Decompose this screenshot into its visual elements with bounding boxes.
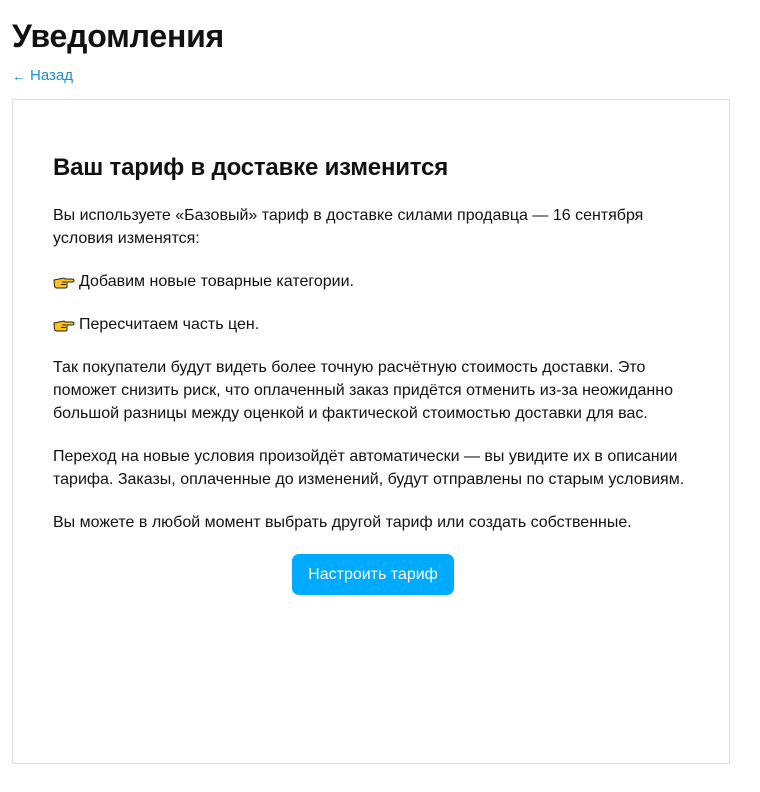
explanation-paragraph: Так покупатели будут видеть более точную…: [53, 359, 673, 422]
button-container: Настроить тариф: [53, 554, 693, 595]
page-title: Уведомления: [12, 18, 225, 54]
list-item: Пересчитаем часть цен.: [53, 313, 693, 336]
transition-paragraph: Переход на новые условия произойдёт авто…: [53, 448, 685, 488]
notification-card: Ваш тариф в доставке изменится Вы исполь…: [12, 99, 730, 764]
back-link-label: Назад: [30, 67, 73, 84]
pointing-hand-icon: [53, 319, 75, 331]
notification-content: Ваш тариф в доставке изменится Вы исполь…: [53, 152, 693, 595]
list-item: Добавим новые товарные категории.: [53, 270, 693, 293]
back-arrow-icon: ←: [12, 68, 26, 84]
notification-title: Ваш тариф в доставке изменится: [53, 154, 448, 181]
intro-paragraph: Вы используете «Базовый» тариф в доставк…: [53, 207, 644, 247]
bullet-text: Добавим новые товарные категории.: [79, 273, 354, 290]
options-paragraph: Вы можете в любой момент выбрать другой …: [53, 514, 632, 531]
back-link[interactable]: ← Назад: [12, 66, 73, 86]
bullet-text: Пересчитаем часть цен.: [79, 316, 260, 333]
configure-tariff-button[interactable]: Настроить тариф: [292, 554, 454, 595]
pointing-hand-icon: [53, 276, 75, 288]
